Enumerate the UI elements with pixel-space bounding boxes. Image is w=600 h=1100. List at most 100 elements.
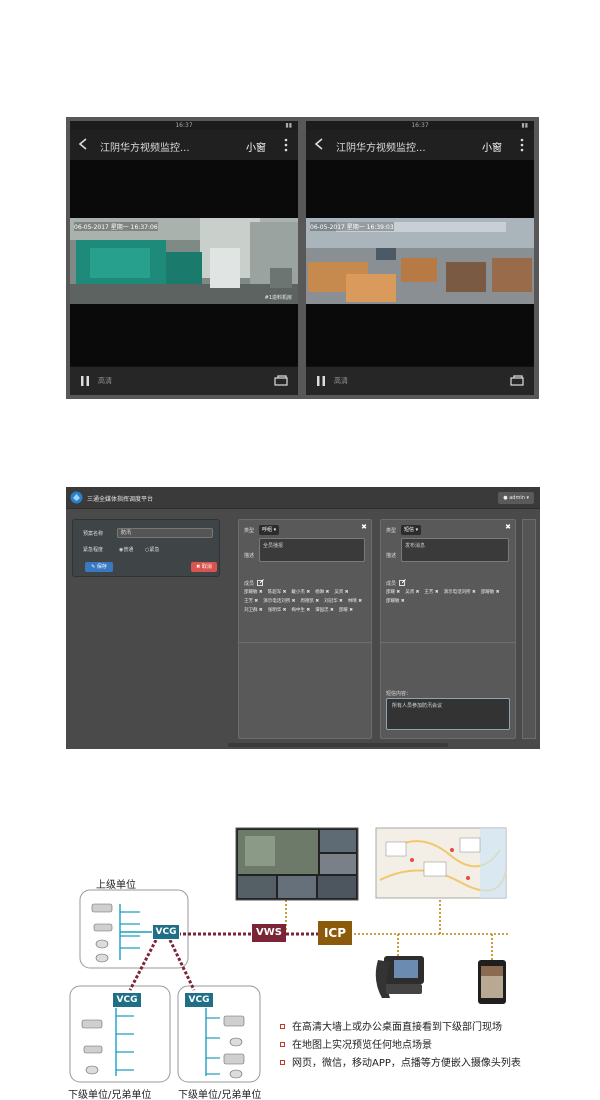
member-chip[interactable]: 杨琳 ✖ (315, 588, 329, 597)
desc-label: 描述 (244, 553, 255, 559)
top-navbar: 三通全媒体指挥调度平台 ● admin ▾ (66, 487, 540, 509)
close-icon[interactable]: ✖ (361, 524, 367, 531)
member-chip[interactable]: 演示电话刘所 ✖ (263, 597, 295, 606)
feature-bullet-3: 网页，微信，移动APP，点播等方便嵌入摄像头列表 (280, 1054, 521, 1069)
dome-camera-icon (229, 1069, 243, 1079)
square-bullet-icon (280, 1023, 285, 1029)
member-chip[interactable]: 刘卫群 ✖ (244, 606, 263, 615)
hd-quality-label[interactable]: 高清 (98, 376, 112, 386)
bullet-camera-icon (91, 903, 113, 913)
more-vert-icon[interactable] (284, 138, 288, 152)
member-chip[interactable]: 王芳 ✖ (244, 597, 258, 606)
plan-card-partial (522, 519, 536, 739)
type-label: 类型 (386, 528, 397, 534)
video-timestamp: 06-05-2017 星期一 16:39:03 (310, 222, 394, 231)
bullet-camera-icon (223, 1015, 245, 1027)
cancel-button[interactable]: ✖ 取消 (191, 562, 217, 572)
hd-quality-label[interactable]: 高清 (334, 376, 348, 386)
phone-screen-2: 16:37 ▮▮ 江阴华方视频监控... 小窗 06-05-2017 星期一 1… (306, 121, 534, 395)
vcg-node-lower-left: VCG (112, 992, 142, 1008)
member-chip[interactable]: 陈超军 ✖ (268, 588, 287, 597)
radio-urgent[interactable]: ○紧急 (145, 546, 159, 553)
more-vert-icon[interactable] (520, 138, 524, 152)
architecture-diagram: VCG VCG VCG VWS ICP 上级单位 下级单位/兄弟单位 下级单位/… (60, 820, 550, 1100)
member-chip[interactable]: 邵耀敏 ✖ (244, 588, 263, 597)
plan-form: 预案名称 防汛 紧急程度 ◉普通 ○紧急 ✎ 保存 ✖ 取消 (72, 519, 220, 577)
admin-user-menu[interactable]: ● admin ▾ (498, 492, 534, 504)
radio-normal[interactable]: ◉普通 (119, 546, 133, 553)
type-select[interactable]: 呼组 ▾ (259, 525, 280, 535)
stream-title: 江阴华方视频监控... (336, 143, 426, 154)
upper-unit-label: 上级单位 (96, 880, 136, 891)
member-chip[interactable]: 张明华 ✖ (268, 606, 287, 615)
sms-content-textarea[interactable]: 所有人员参加防汛会议 (386, 698, 510, 730)
battery-icon: ▮▮ (285, 122, 292, 129)
dome-camera-icon (85, 1065, 99, 1075)
edit-members-icon[interactable] (399, 579, 406, 586)
emergency-level-label: 紧急程度 (83, 547, 104, 553)
pause-icon[interactable] (316, 376, 326, 386)
members-label: 成员 (244, 581, 255, 587)
status-bar: 16:37 ▮▮ (306, 121, 534, 130)
desc-label: 描述 (386, 553, 397, 559)
battery-icon: ▮▮ (521, 122, 528, 129)
member-chip[interactable]: 邵耀 ✖ (339, 606, 353, 615)
camera-name: #1造料机房 (264, 295, 292, 301)
member-chip[interactable]: 戴小杰 ✖ (291, 588, 310, 597)
admin-username: admin (509, 495, 525, 501)
member-chip[interactable]: 吴贤 ✖ (334, 588, 348, 597)
member-chip[interactable]: 邵耀敏 ✖ (386, 597, 405, 606)
lower-unit-right-label: 下级单位/兄弟单位 (178, 1090, 262, 1100)
member-chip[interactable]: 周德凯 ✖ (300, 597, 319, 606)
video-frame-factory-machines[interactable]: 06-05-2017 星期一 16:37:06 #1造料机房 (70, 218, 298, 304)
member-chip[interactable]: 谭国忠 ✖ (315, 606, 334, 615)
plan-name-label: 预案名称 (83, 531, 104, 537)
player-controls: 高清 (306, 367, 534, 395)
desc-textarea[interactable]: 发布消息 (401, 538, 509, 562)
member-chip[interactable]: 演示电话刘所 ✖ (444, 588, 476, 597)
member-list: 邵耀敏 ✖ 陈超军 ✖ 戴小杰 ✖ 杨琳 ✖ 吴贤 ✖ 王芳 ✖ 演示电话刘所 ✖ 周德凯 ✖… (244, 588, 370, 615)
member-chip[interactable]: 邵耀 ✖ (386, 588, 400, 597)
edit-members-icon[interactable] (257, 579, 264, 586)
member-list: 邵耀 ✖ 吴贤 ✖ 王芳 ✖ 演示电话刘所 ✖ 邵耀敏 ✖ 邵耀敏 ✖ (386, 588, 514, 606)
lower-unit-left-label: 下级单位/兄弟单位 (68, 1090, 152, 1100)
icp-node: ICP (318, 921, 352, 945)
status-time: 16:37 (175, 122, 193, 129)
vcg-node-upper: VCG (152, 924, 180, 940)
map-thumbnail (375, 827, 507, 899)
save-button[interactable]: ✎ 保存 (85, 562, 113, 572)
member-chip[interactable]: 王芳 ✖ (424, 588, 438, 597)
pause-icon[interactable] (80, 376, 90, 386)
video-phone-icon (375, 956, 424, 998)
plan-name-input[interactable]: 防汛 (117, 528, 213, 538)
status-time: 16:37 (411, 122, 429, 129)
type-label: 类型 (244, 528, 255, 534)
stream-title: 江阴华方视频监控... (100, 143, 190, 154)
mobile-app-screenshots: 16:37 ▮▮ 江阴华方视频监控... 小窗 06-05-2017 星期一 1… (66, 117, 539, 399)
platform-title: 三通全媒体指挥调度平台 (87, 496, 154, 503)
member-chip[interactable]: 林晴 ✖ (348, 597, 362, 606)
member-chip[interactable]: 吴贤 ✖ (405, 588, 419, 597)
app-bar: 江阴华方视频监控... 小窗 (306, 130, 534, 160)
window-mode-button[interactable]: 小窗 (482, 139, 502, 154)
horizontal-scrollbar[interactable] (228, 743, 448, 747)
member-chip[interactable]: 梅中生 ✖ (291, 606, 310, 615)
back-arrow-icon[interactable] (314, 138, 324, 150)
fullscreen-icon[interactable] (510, 375, 524, 386)
back-arrow-icon[interactable] (78, 138, 88, 150)
video-frame-warehouse[interactable]: 06-05-2017 星期一 16:39:03 (306, 218, 534, 304)
dome-camera-icon (229, 1037, 243, 1047)
type-select[interactable]: 短信 ▾ (401, 525, 422, 535)
dome-camera-icon (95, 939, 109, 949)
member-chip[interactable]: 刘冠华 ✖ (324, 597, 343, 606)
desc-textarea[interactable]: 全员播报 (259, 538, 365, 562)
close-icon[interactable]: ✖ (505, 524, 511, 531)
dome-camera-icon (95, 953, 109, 963)
bullet-camera-icon (81, 1019, 103, 1029)
member-chip[interactable]: 邵耀敏 ✖ (481, 588, 500, 597)
phone-screen-1: 16:37 ▮▮ 江阴华方视频监控... 小窗 06-05-2017 星期一 1… (70, 121, 298, 395)
vws-node: VWS (252, 924, 286, 942)
square-bullet-icon (280, 1041, 285, 1047)
window-mode-button[interactable]: 小窗 (246, 139, 266, 154)
fullscreen-icon[interactable] (274, 375, 288, 386)
